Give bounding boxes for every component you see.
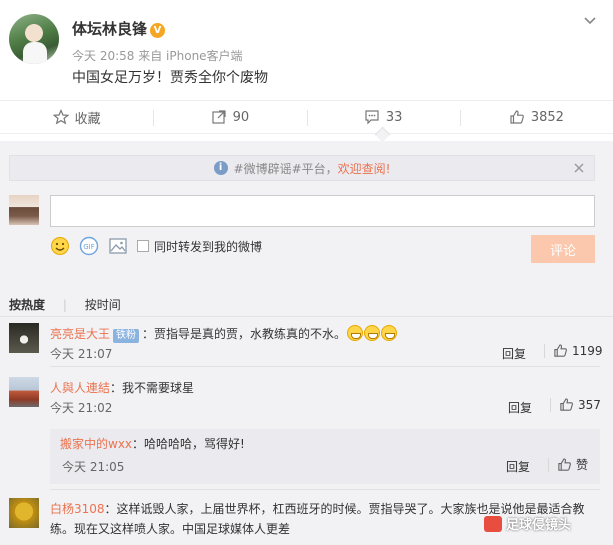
post-meta: 今天 20:58 来自 iPhone客户端 (72, 47, 243, 64)
like-button[interactable]: 3852 (459, 101, 613, 133)
star-icon (52, 109, 69, 125)
thumbs-up-icon (558, 458, 571, 471)
post-text: 中国女足万岁！贾秀全你个废物 (72, 70, 268, 86)
comment-time: 今天 21:02 (50, 401, 113, 415)
comment-like-button[interactable]: 赞 (538, 456, 588, 473)
tab-sort-time[interactable]: 按时间 (85, 298, 121, 312)
comment-like-count: 357 (578, 397, 601, 412)
comment-text: ：哈哈哈哈，骂得好! (132, 437, 245, 451)
repost-checkbox-label[interactable]: 同时转发到我的微博 (154, 238, 262, 255)
author-avatar[interactable] (9, 14, 59, 64)
author-name[interactable]: 体坛林良锋 (72, 20, 147, 38)
thumbs-up-icon (560, 398, 573, 411)
like-count: 3852 (530, 109, 564, 125)
weibo-post: 体坛林良锋 V 今天 20:58 来自 iPhone客户端 中国女足万岁！贾秀全你… (0, 0, 613, 100)
repost-icon (211, 110, 226, 124)
watermark-text: 足球侵镜头 (506, 518, 572, 533)
comment-text: ：我不需要球星 (110, 381, 195, 395)
comment-like-button[interactable]: 357 (540, 397, 601, 412)
divider (0, 316, 613, 317)
comment-input[interactable] (50, 195, 595, 227)
comment-body: 人與人連結：我不需要球星 (50, 378, 600, 398)
grin-emoji-icon (364, 325, 381, 341)
reply-button[interactable]: 回复 (508, 399, 532, 416)
post-action-bar: 收藏 90 33 3852 (0, 100, 613, 134)
commenter-name[interactable]: 白杨3108 (50, 502, 105, 516)
thumbs-up-icon (510, 110, 524, 124)
comment-body: 搬家中的wxx：哈哈哈哈，骂得好! (60, 434, 245, 454)
tab-sort-hot[interactable]: 按热度 (9, 298, 45, 312)
reply-button[interactable]: 回复 (506, 458, 530, 475)
chevron-down-icon[interactable] (583, 14, 597, 28)
comment-like-button[interactable]: 1199 (534, 343, 603, 358)
info-icon: i (213, 161, 228, 175)
grin-emoji-icon (347, 325, 364, 341)
emoji-icon[interactable] (50, 236, 70, 256)
comment-like-label: 赞 (576, 458, 589, 472)
commenter-avatar[interactable] (9, 498, 39, 528)
svg-text:GIF: GIF (83, 243, 95, 251)
thumbs-up-icon (554, 344, 567, 357)
repost-checkbox[interactable] (137, 240, 149, 252)
fan-badge: 铁粉 (113, 329, 140, 343)
favorite-button[interactable]: 收藏 (0, 101, 153, 133)
reply-button[interactable]: 回复 (502, 345, 526, 362)
comment-panel: i #微博辟谣#平台， 欢迎查阅! GIF 同时转发到我的微博 评论 按热度 |… (0, 141, 613, 545)
watermark-logo-icon (484, 515, 502, 532)
commenter-name[interactable]: 搬家中的wxx (60, 437, 132, 451)
divider (50, 489, 600, 490)
comment-text: ：贾指导是真的贾，水教练真的不水。 (142, 327, 347, 341)
grin-emoji-icon (381, 325, 398, 341)
verified-badge-icon: V (150, 23, 166, 38)
sort-tabs: 按热度 | 按时间 (9, 298, 121, 312)
comment-time: 今天 21:07 (50, 347, 113, 361)
submit-comment-button[interactable]: 评论 (531, 235, 595, 263)
current-user-avatar (9, 195, 39, 225)
nested-reply: 搬家中的wxx：哈哈哈哈，骂得好! 今天 21:05 回复 赞 (50, 429, 600, 484)
comment-body: 亮亮是大王 铁粉 ：贾指导是真的贾，水教练真的不水。 (50, 324, 600, 344)
post-time[interactable]: 今天 20:58 (72, 49, 134, 63)
notice-text[interactable]: #微博辟谣#平台， (234, 160, 338, 177)
comment-icon (365, 110, 379, 125)
repost-button[interactable]: 90 (153, 101, 306, 133)
notice-link[interactable]: 欢迎查阅! (338, 160, 391, 177)
favorite-label: 收藏 (74, 111, 101, 127)
rumor-notice-banner: i #微博辟谣#平台， 欢迎查阅! (9, 155, 595, 181)
comment-like-count: 1199 (572, 343, 603, 358)
composer-toolbar: GIF 同时转发到我的微博 (50, 235, 262, 257)
gif-icon[interactable]: GIF (79, 236, 99, 256)
commenter-avatar[interactable] (9, 323, 39, 353)
post-source: 来自 iPhone客户端 (138, 49, 243, 63)
author-name-row: 体坛林良锋 V (72, 18, 166, 39)
close-icon[interactable] (573, 162, 585, 174)
comment-button[interactable]: 33 (306, 101, 460, 133)
comment-time: 今天 21:05 (62, 460, 125, 474)
image-icon[interactable] (108, 236, 128, 256)
watermark: 足球侵镜头 (484, 514, 571, 533)
comment-count: 33 (385, 109, 403, 125)
commenter-avatar[interactable] (9, 377, 39, 407)
commenter-name[interactable]: 人與人連結 (50, 381, 110, 395)
divider (50, 366, 600, 367)
commenter-name[interactable]: 亮亮是大王 (50, 327, 110, 341)
repost-count: 90 (232, 109, 250, 125)
